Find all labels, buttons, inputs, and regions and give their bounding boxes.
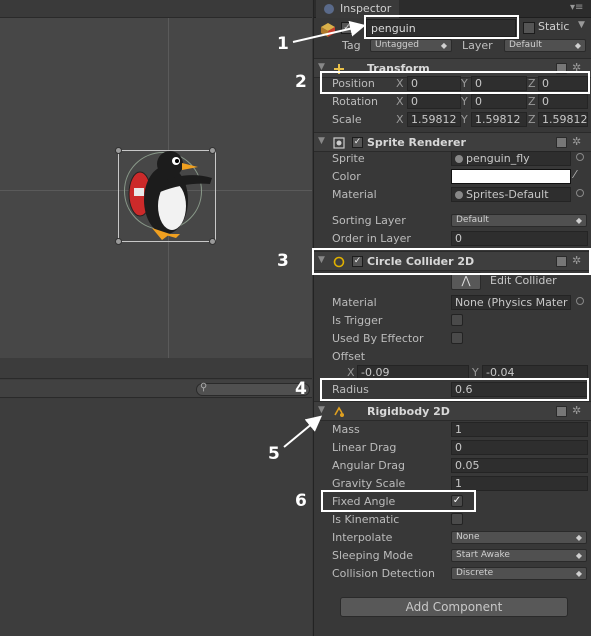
arrow-to-name-field: [292, 20, 366, 43]
arrow-to-rigidbody-header: [283, 415, 323, 448]
annotation-arrows: [283, 20, 366, 448]
